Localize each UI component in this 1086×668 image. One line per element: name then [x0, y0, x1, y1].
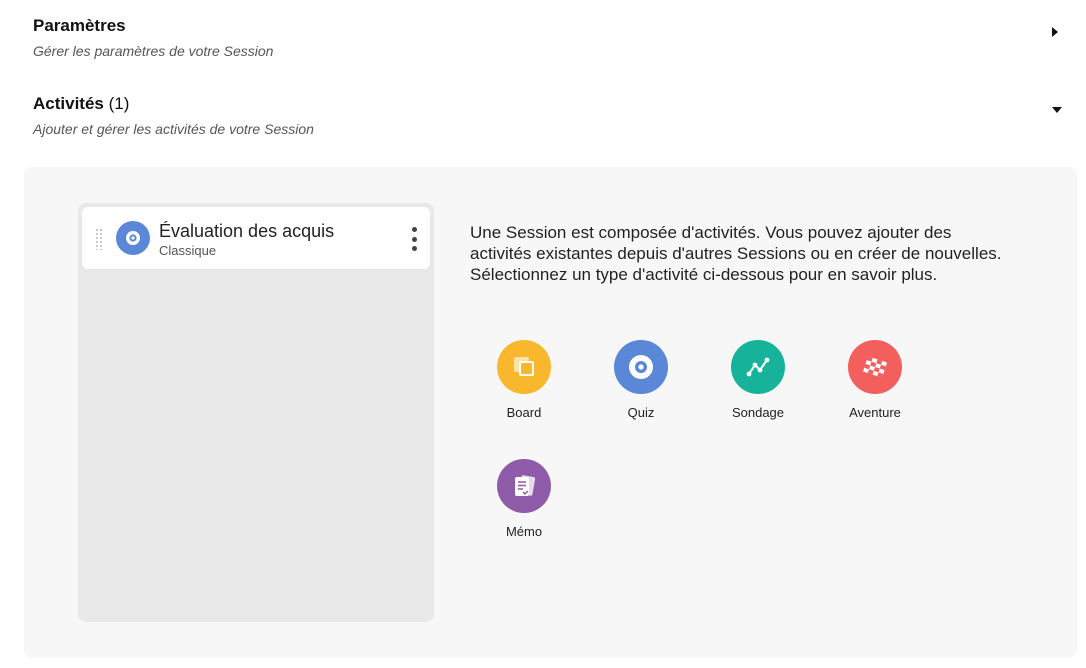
section-parametres-subtitle: Gérer les paramètres de votre Session	[33, 43, 274, 59]
activity-type-label: Mémo	[505, 524, 543, 539]
activity-type-label: Aventure	[849, 405, 901, 420]
activity-type-quiz[interactable]: Quiz	[596, 340, 686, 430]
activity-type-aventure[interactable]: Aventure	[830, 340, 920, 430]
memo-cards-icon	[497, 459, 551, 513]
caret-down-icon[interactable]	[1052, 107, 1062, 113]
checkered-flag-icon	[848, 340, 902, 394]
section-activites-label: Activités	[33, 94, 104, 113]
activity-type-label: Sondage	[731, 405, 785, 420]
caret-right-icon[interactable]	[1052, 27, 1058, 37]
activity-type-label: Board	[506, 405, 542, 420]
quiz-icon	[116, 221, 150, 255]
activity-type-sondage[interactable]: Sondage	[713, 340, 803, 430]
activity-type-label: Quiz	[627, 405, 655, 420]
activities-description: Une Session est composée d'activités. Vo…	[470, 222, 1010, 285]
section-parametres-title: Paramètres	[33, 16, 126, 35]
activity-card[interactable]: Évaluation des acquis Classique	[82, 207, 430, 269]
description-line-2: Sélectionnez un type d'activité ci-desso…	[470, 265, 938, 284]
poll-chart-icon	[731, 340, 785, 394]
quiz-icon	[614, 340, 668, 394]
section-activites-subtitle: Ajouter et gérer les activités de votre …	[33, 121, 314, 137]
section-activites-title: Activités (1)	[33, 94, 1066, 114]
activity-type-memo[interactable]: Mémo	[479, 459, 569, 549]
section-activites-header[interactable]: Activités (1) Ajouter et gérer les activ…	[33, 94, 1066, 142]
activity-subtitle: Classique	[159, 243, 217, 258]
board-icon	[497, 340, 551, 394]
drag-handle-icon[interactable]	[95, 228, 103, 250]
activities-panel: Évaluation des acquis Classique Une Sess…	[24, 167, 1077, 658]
activity-title: Évaluation des acquis	[159, 221, 335, 241]
description-line-1: Une Session est composée d'activités. Vo…	[470, 223, 1002, 263]
activity-type-board[interactable]: Board	[479, 340, 569, 430]
more-options-icon[interactable]	[410, 227, 418, 251]
activity-count: (1)	[108, 94, 130, 113]
activity-list: Évaluation des acquis Classique	[78, 203, 434, 622]
section-parametres-header[interactable]: Paramètres Gérer les paramètres de votre…	[33, 16, 1066, 64]
